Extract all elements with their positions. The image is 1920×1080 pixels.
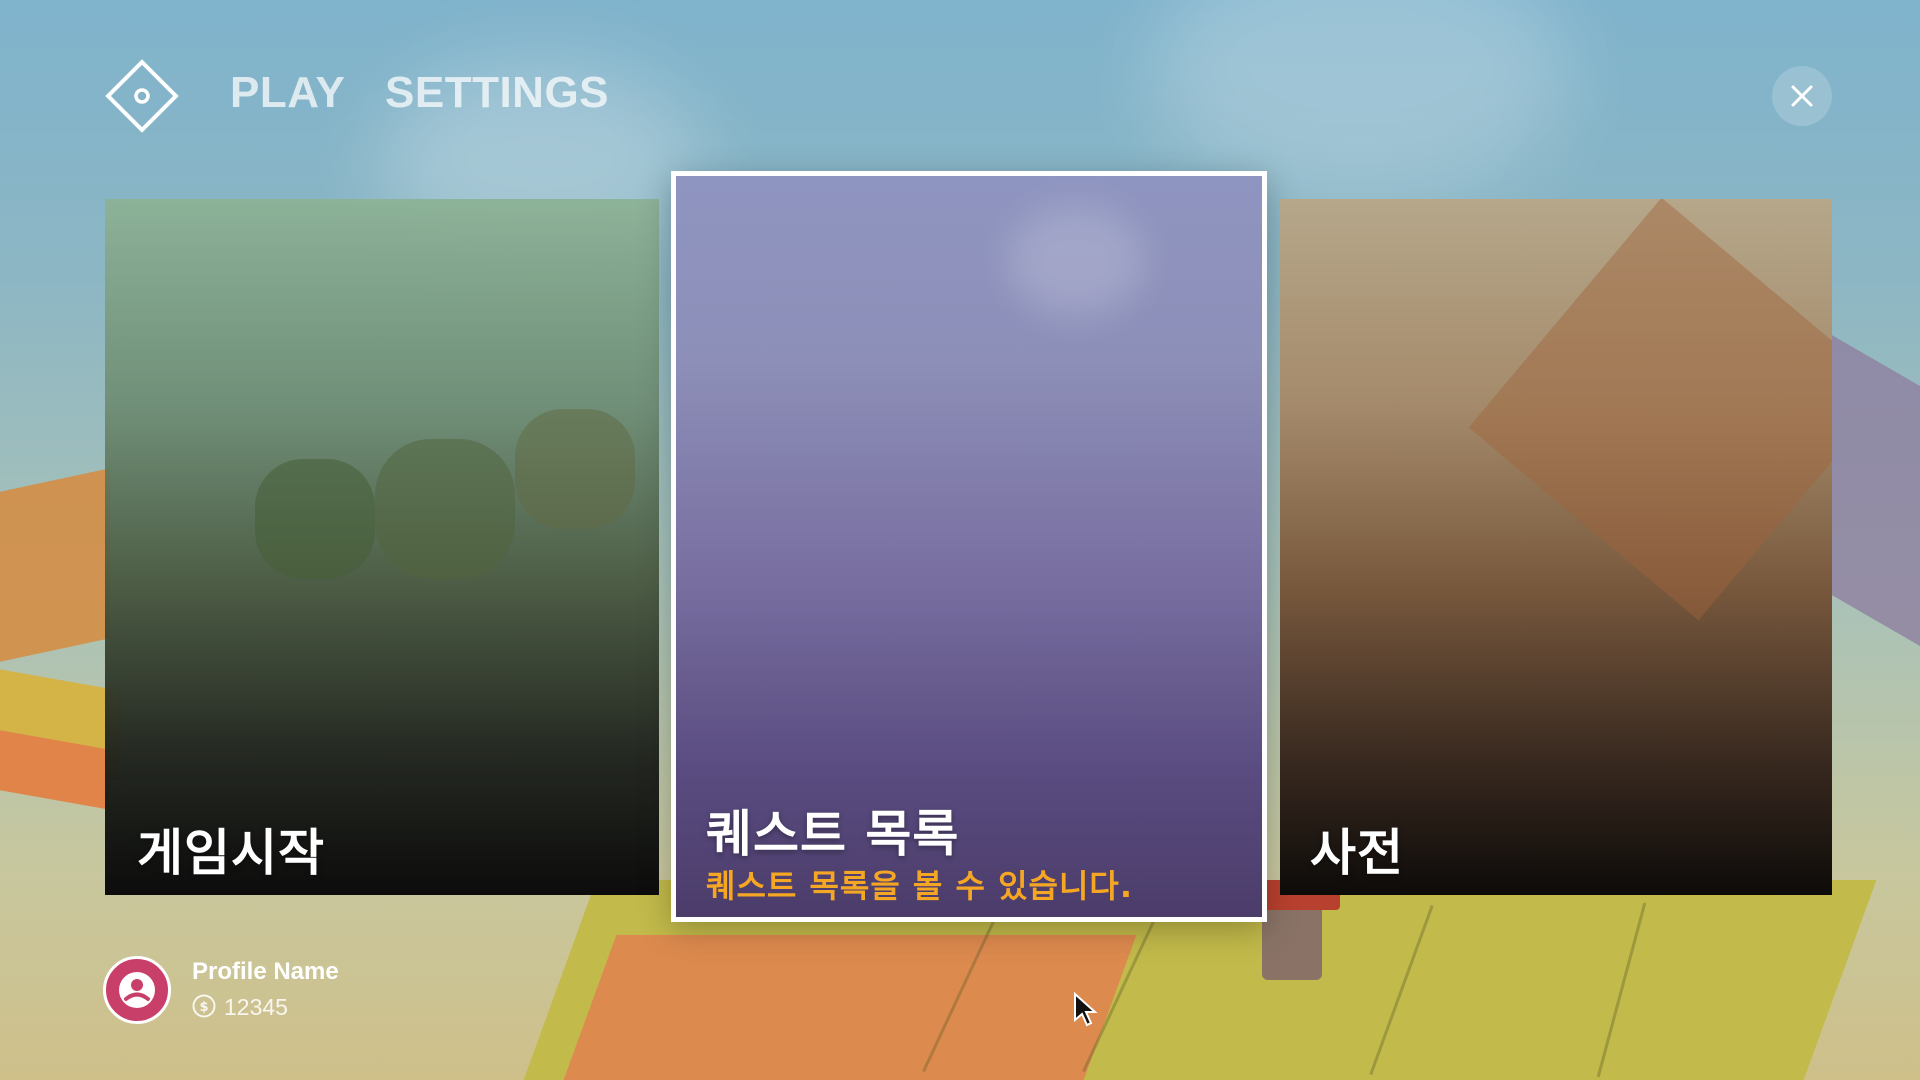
tree-decoration	[515, 409, 635, 529]
svg-text:$: $	[199, 1000, 208, 1015]
close-icon	[1791, 85, 1813, 107]
tab-settings[interactable]: SETTINGS	[385, 68, 609, 118]
logo-icon	[104, 58, 180, 134]
card-dictionary[interactable]: 사전	[1280, 199, 1832, 895]
card-game-start[interactable]: 게임시작	[105, 199, 659, 895]
profile-name: Profile Name	[192, 958, 339, 985]
user-icon	[119, 972, 155, 1008]
light-glow	[1006, 206, 1146, 316]
coin-icon: $	[192, 994, 216, 1018]
card-title: 퀘스트 목록	[706, 805, 960, 863]
card-description: 퀘스트 목록을 볼 수 있습니다.	[706, 867, 1133, 905]
tree-decoration	[255, 459, 375, 579]
currency-value: 12345	[224, 994, 288, 1020]
tab-play[interactable]: PLAY	[230, 68, 345, 118]
card-title: 게임시작	[137, 824, 325, 882]
close-button[interactable]	[1772, 66, 1832, 126]
mouse-cursor-icon	[1074, 992, 1098, 1027]
avatar[interactable]	[103, 956, 171, 1024]
card-quest-list[interactable]: 퀘스트 목록 퀘스트 목록을 볼 수 있습니다.	[671, 171, 1267, 922]
card-title: 사전	[1310, 824, 1404, 882]
tree-decoration	[375, 439, 515, 579]
